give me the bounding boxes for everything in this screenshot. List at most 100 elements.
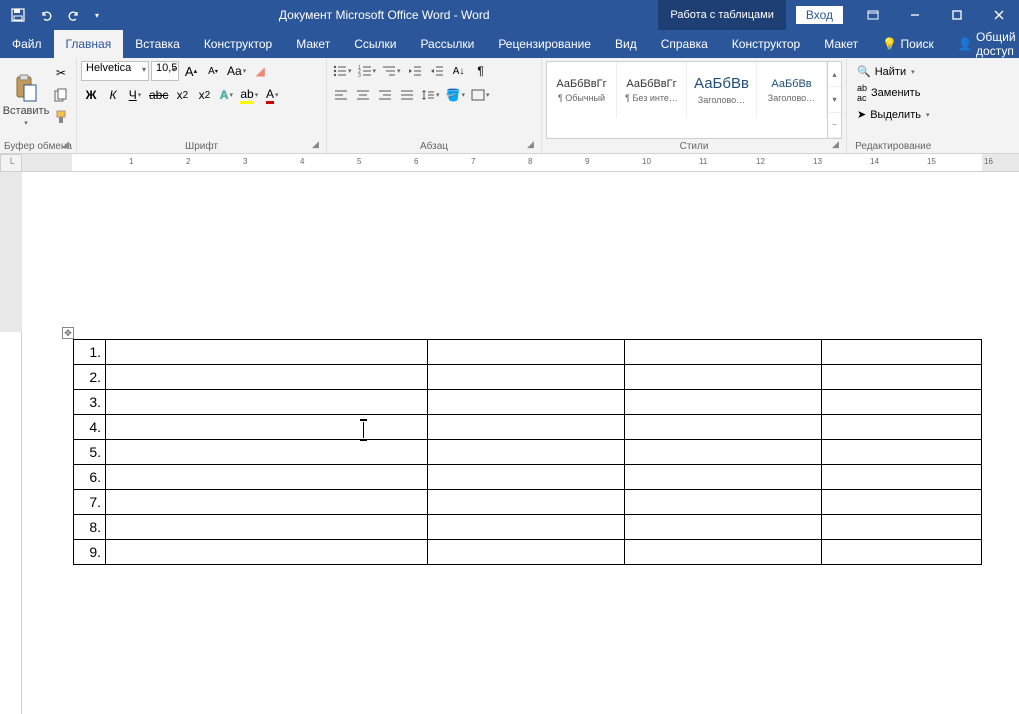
- copy-button[interactable]: [50, 85, 72, 105]
- minimize-button[interactable]: [895, 0, 935, 30]
- ribbon-display-options-button[interactable]: [853, 0, 893, 30]
- login-button[interactable]: Вход: [796, 6, 843, 24]
- tab-design[interactable]: Конструктор: [192, 30, 284, 58]
- brush-icon: [54, 110, 68, 124]
- replace-button[interactable]: abacЗаменить: [853, 81, 933, 105]
- maximize-button[interactable]: [937, 0, 977, 30]
- bold-button[interactable]: Ж: [81, 85, 101, 105]
- tab-mailings[interactable]: Рассылки: [408, 30, 486, 58]
- tab-review[interactable]: Рецензирование: [486, 30, 603, 58]
- redo-button[interactable]: [62, 3, 86, 27]
- shrink-font-button[interactable]: A▾: [203, 61, 223, 81]
- styles-gallery[interactable]: АаБбВвГг ¶ Обычный АаБбВвГг ¶ Без инте… …: [546, 61, 842, 139]
- table-row[interactable]: 3.: [74, 390, 982, 415]
- tab-table-layout[interactable]: Макет: [812, 30, 870, 58]
- multilevel-list-button[interactable]: ▾: [380, 61, 403, 81]
- document-table[interactable]: 1.2.3.4.5.6.7.8.9.: [73, 339, 982, 565]
- style-normal[interactable]: АаБбВвГг ¶ Обычный: [547, 62, 617, 118]
- horizontal-ruler[interactable]: 12345678910111213141516: [22, 154, 1019, 172]
- table-row[interactable]: 4.: [74, 415, 982, 440]
- underline-button[interactable]: Ч▾: [125, 85, 145, 105]
- styles-launcher[interactable]: ◢: [832, 139, 844, 151]
- tab-view[interactable]: Вид: [603, 30, 649, 58]
- tab-file[interactable]: Файл: [0, 30, 54, 58]
- tab-table-design[interactable]: Конструктор: [720, 30, 812, 58]
- show-marks-button[interactable]: ¶: [471, 61, 491, 81]
- increase-indent-button[interactable]: [427, 61, 447, 81]
- table-row[interactable]: 9.: [74, 540, 982, 565]
- gallery-down-button[interactable]: ▾: [828, 87, 841, 112]
- tab-insert[interactable]: Вставка: [123, 30, 192, 58]
- highlight-button[interactable]: ab▾: [238, 85, 260, 105]
- lightbulb-icon: 💡: [882, 37, 897, 51]
- qat-customize-button[interactable]: ▾: [90, 3, 104, 27]
- table-row[interactable]: 5.: [74, 440, 982, 465]
- line-spacing-button[interactable]: ▾: [419, 85, 442, 105]
- strikethrough-button[interactable]: abc: [147, 85, 170, 105]
- style-heading1[interactable]: АаБбВв Заголово…: [687, 62, 757, 118]
- shading-button[interactable]: 🪣▾: [444, 85, 467, 105]
- share-button[interactable]: 👤 Общий доступ: [946, 30, 1019, 58]
- style-heading2[interactable]: АаБбВв Заголово…: [757, 62, 827, 118]
- eraser-icon: ◢: [256, 64, 265, 78]
- paste-button[interactable]: Вставить ▾: [4, 61, 48, 139]
- search-button[interactable]: 💡 Поиск: [870, 30, 946, 58]
- clear-formatting-button[interactable]: ◢: [250, 61, 270, 81]
- save-button[interactable]: [6, 3, 30, 27]
- sort-button[interactable]: A↓: [449, 61, 469, 81]
- table-row[interactable]: 7.: [74, 490, 982, 515]
- clipboard-launcher[interactable]: ◢: [62, 139, 74, 151]
- cut-button[interactable]: ✂: [50, 63, 72, 83]
- gallery-up-button[interactable]: ▴: [828, 62, 841, 87]
- table-row[interactable]: 8.: [74, 515, 982, 540]
- ribbon-tabs: Файл Главная Вставка Конструктор Макет С…: [0, 30, 1019, 58]
- font-name-select[interactable]: Helvetica▾: [81, 61, 149, 81]
- tab-layout[interactable]: Макет: [284, 30, 342, 58]
- table-row[interactable]: 6.: [74, 465, 982, 490]
- italic-button[interactable]: К: [103, 85, 123, 105]
- font-size-select[interactable]: 10,5▾: [151, 61, 179, 81]
- tab-references[interactable]: Ссылки: [342, 30, 408, 58]
- change-case-button[interactable]: Aa▾: [225, 61, 248, 81]
- gallery-more-button[interactable]: ⎯: [828, 113, 841, 138]
- paragraph-launcher[interactable]: ◢: [527, 139, 539, 151]
- text-effects-button[interactable]: A▾: [216, 85, 236, 105]
- titlebar-right: Работа с таблицами Вход: [658, 0, 1019, 30]
- table-row[interactable]: 2.: [74, 365, 982, 390]
- font-color-button[interactable]: A▾: [262, 85, 282, 105]
- workspace: ✥ 1.2.3.4.5.6.7.8.9.: [0, 172, 1019, 714]
- ribbon: Вставить ▾ ✂ Буфер обмена ◢ Helvetica▾ 1…: [0, 58, 1019, 154]
- justify-button[interactable]: [397, 85, 417, 105]
- format-painter-button[interactable]: [50, 107, 72, 127]
- bullets-icon: [333, 65, 347, 77]
- superscript-button[interactable]: x2: [194, 85, 214, 105]
- find-button[interactable]: 🔍Найти▾: [853, 63, 933, 80]
- table-row[interactable]: 1.: [74, 340, 982, 365]
- tab-selector[interactable]: └: [0, 154, 22, 172]
- titlebar: ▾ Документ Microsoft Office Word - Word …: [0, 0, 1019, 30]
- grow-font-button[interactable]: A▴: [181, 61, 201, 81]
- numbering-icon: 123: [358, 65, 372, 77]
- align-center-button[interactable]: [353, 85, 373, 105]
- style-no-spacing[interactable]: АаБбВвГг ¶ Без инте…: [617, 62, 687, 118]
- bullets-button[interactable]: ▾: [331, 61, 354, 81]
- multilevel-icon: [382, 65, 396, 77]
- font-launcher[interactable]: ◢: [312, 139, 324, 151]
- select-button[interactable]: ➤Выделить▾: [853, 106, 933, 123]
- undo-button[interactable]: [34, 3, 58, 27]
- table-move-handle[interactable]: ✥: [62, 327, 74, 339]
- subscript-button[interactable]: x2: [172, 85, 192, 105]
- quick-access-toolbar: ▾: [0, 3, 110, 27]
- align-left-button[interactable]: [331, 85, 351, 105]
- tab-home[interactable]: Главная: [54, 30, 124, 58]
- numbering-button[interactable]: 123▾: [356, 61, 379, 81]
- decrease-indent-button[interactable]: [405, 61, 425, 81]
- group-font: Helvetica▾ 10,5▾ A▴ A▾ Aa▾ ◢ Ж К Ч▾ abc …: [77, 58, 327, 153]
- close-button[interactable]: [979, 0, 1019, 30]
- vertical-ruler[interactable]: [0, 172, 22, 714]
- tab-help[interactable]: Справка: [649, 30, 720, 58]
- align-right-button[interactable]: [375, 85, 395, 105]
- borders-button[interactable]: ▾: [469, 85, 492, 105]
- document-page[interactable]: ✥ 1.2.3.4.5.6.7.8.9.: [22, 172, 1019, 714]
- search-icon: 🔍: [857, 65, 871, 78]
